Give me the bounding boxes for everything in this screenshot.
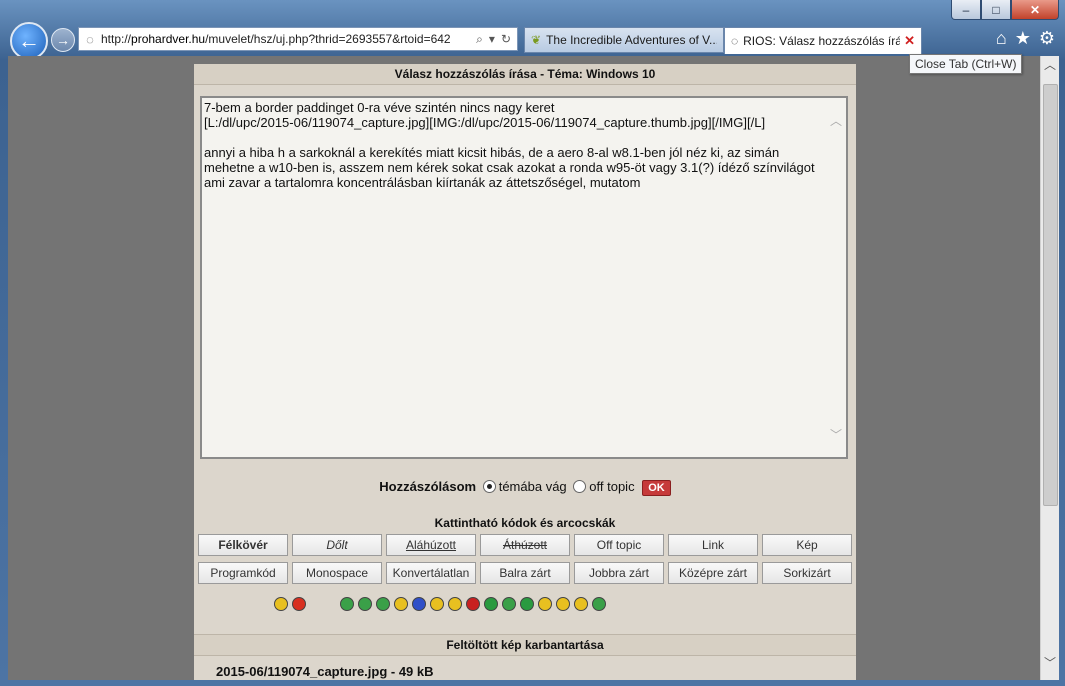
align-center-button[interactable]: Középre zárt	[668, 562, 758, 584]
smiley-icon[interactable]	[412, 597, 426, 611]
underline-button[interactable]: Aláhúzott	[386, 534, 476, 556]
scroll-down-icon[interactable]: ﹀	[830, 426, 842, 443]
codes-title: Kattintható kódok és arcocskák	[434, 516, 616, 530]
minimize-button[interactable]: –	[951, 0, 981, 20]
close-window-button[interactable]: ✕	[1011, 0, 1059, 20]
page-viewport: Válasz hozzászólás írása - Téma: Windows…	[8, 56, 1040, 680]
tab-incredible-adventures[interactable]: ❦ The Incredible Adventures of V...	[524, 27, 724, 53]
image-button[interactable]: Kép	[762, 534, 852, 556]
monospace-button[interactable]: Monospace	[292, 562, 382, 584]
italic-button[interactable]: Dőlt	[292, 534, 382, 556]
smiley-icon[interactable]	[340, 597, 354, 611]
format-buttons-row-1: Félkövér Dőlt Aláhúzott Áthúzott Off top…	[198, 534, 854, 556]
home-icon[interactable]: ⌂	[996, 28, 1007, 49]
smiley-icon[interactable]	[502, 597, 516, 611]
uploaded-file[interactable]: 2015-06/119074_capture.jpg - 49 kB	[216, 664, 434, 679]
url-path: /muvelet/hsz/uj.php?thrid=2693557&rtoid=…	[205, 32, 451, 46]
arrow-left-icon: ←	[18, 28, 40, 53]
justify-button[interactable]: Sorkizárt	[762, 562, 852, 584]
format-buttons-row-2: Programkód Monospace Konvertálatlan Balr…	[198, 562, 854, 584]
smiley-icon[interactable]	[292, 597, 306, 611]
favorites-star-icon[interactable]: ★	[1015, 28, 1031, 49]
tab-rios-reply[interactable]: ◌ RIOS: Válasz hozzászólás írá... ✕	[724, 27, 922, 54]
page-scrollbar[interactable]: ︿ ﹀	[1040, 56, 1059, 680]
align-left-button[interactable]: Balra zárt	[480, 562, 570, 584]
offtopic-button[interactable]: Off topic	[574, 534, 664, 556]
radio-thread-label[interactable]: témába vág	[499, 479, 567, 494]
smiley-icon[interactable]	[394, 597, 408, 611]
unconverted-button[interactable]: Konvertálatlan	[386, 562, 476, 584]
smiley-icon[interactable]	[430, 597, 444, 611]
smiley-icon[interactable]	[520, 597, 534, 611]
dropdown-icon[interactable]: ▾	[489, 32, 495, 47]
post-type-label: Hozzászólásom	[379, 479, 477, 494]
form-title: Válasz hozzászólás írása - Téma: Windows…	[194, 64, 856, 85]
scroll-down-icon[interactable]: ﹀	[1041, 654, 1059, 672]
back-button[interactable]: ←	[10, 22, 48, 60]
uploads-title: Feltöltött kép karbantartása	[194, 634, 856, 656]
post-type-row: Hozzászólásom témába vág off topic OK	[194, 479, 856, 496]
message-textarea[interactable]: 7-bem a border paddinget 0-ra véve szint…	[200, 96, 848, 459]
align-right-button[interactable]: Jobbra zárt	[574, 562, 664, 584]
smiley-icon[interactable]	[538, 597, 552, 611]
radio-thread[interactable]	[482, 480, 496, 494]
ok-button[interactable]: OK	[642, 479, 671, 496]
browser-toolbar: ⌂ ★ ⚙	[996, 28, 1055, 49]
smiley-icon[interactable]	[556, 597, 570, 611]
scroll-up-icon[interactable]: ︿	[830, 112, 842, 129]
textarea-scrollbar[interactable]: ︿ ﹀	[826, 98, 846, 457]
scrollbar-thumb[interactable]	[1043, 84, 1058, 506]
address-bar[interactable]: ◌ http://prohardver.hu/muvelet/hsz/uj.ph…	[78, 27, 518, 51]
search-icon[interactable]: ⌕	[476, 32, 483, 47]
close-tab-tooltip: Close Tab (Ctrl+W)	[909, 54, 1023, 74]
smiley-icon[interactable]	[484, 597, 498, 611]
maximize-button[interactable]: □	[981, 0, 1011, 20]
smiley-icon[interactable]	[274, 597, 288, 611]
tab-label: The Incredible Adventures of V...	[546, 33, 717, 47]
smiley-icon[interactable]	[358, 597, 372, 611]
strikethrough-button[interactable]: Áthúzott	[480, 534, 570, 556]
close-tab-icon[interactable]: ✕	[904, 33, 915, 49]
scroll-up-icon[interactable]: ︿	[1041, 56, 1059, 74]
page-icon: ◌	[731, 34, 739, 48]
browser-window: – □ ✕ ← → ◌ http://prohardver.hu/muvelet…	[0, 0, 1065, 686]
radio-offtopic-label[interactable]: off topic	[589, 479, 634, 494]
smiley-icon[interactable]	[448, 597, 462, 611]
forward-button[interactable]: →	[51, 28, 75, 52]
code-button[interactable]: Programkód	[198, 562, 288, 584]
window-caption-buttons: – □ ✕	[951, 0, 1059, 20]
url-host: prohardver.hu	[131, 32, 206, 46]
message-text[interactable]: 7-bem a border paddinget 0-ra véve szint…	[204, 100, 824, 455]
smiley-icon[interactable]	[466, 597, 480, 611]
arrow-right-icon: →	[56, 32, 70, 48]
url-scheme: http://	[101, 32, 132, 46]
link-button[interactable]: Link	[668, 534, 758, 556]
smiley-icon[interactable]	[592, 597, 606, 611]
smiley-icon[interactable]	[376, 597, 390, 611]
leaf-icon: ❦	[531, 33, 542, 47]
refresh-icon[interactable]: ↻	[501, 32, 511, 47]
reply-form-panel: Válasz hozzászólás írása - Téma: Windows…	[194, 64, 856, 680]
page-icon: ◌	[86, 31, 94, 47]
smiley-icon[interactable]	[574, 597, 588, 611]
bold-button[interactable]: Félkövér	[198, 534, 288, 556]
address-url[interactable]: http://prohardver.hu/muvelet/hsz/uj.php?…	[101, 32, 470, 46]
smiley-bar	[274, 597, 774, 611]
gear-icon[interactable]: ⚙	[1039, 28, 1055, 49]
radio-offtopic[interactable]	[573, 480, 587, 494]
tab-label: RIOS: Válasz hozzászólás írá...	[743, 34, 901, 48]
